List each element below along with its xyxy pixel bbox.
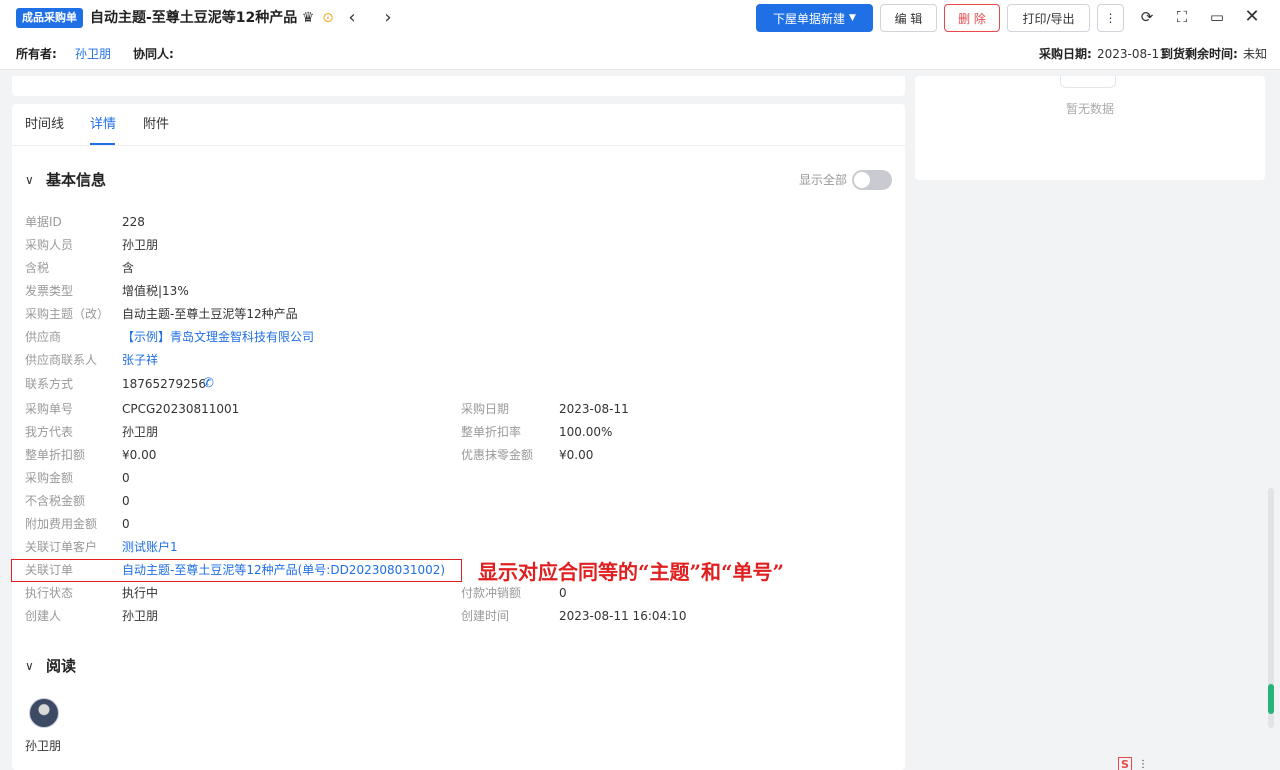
field-label: 关联订单: [25, 563, 74, 577]
field-value: 0: [122, 517, 130, 531]
field-value: 孙卫朋: [122, 425, 159, 439]
play-circle-icon[interactable]: ⊙: [319, 8, 337, 28]
related-order-link[interactable]: 自动主题-至尊土豆泥等12种产品(单号:DD202308031002): [122, 562, 445, 578]
reader-name: 孙卫朋: [25, 739, 62, 753]
crown-icon[interactable]: ♛: [299, 8, 317, 28]
next-arrow-icon[interactable]: ›: [379, 8, 397, 28]
show-all-toggle[interactable]: [852, 170, 892, 190]
widget-logo-icon[interactable]: S: [1118, 757, 1132, 770]
field-value: 2023-08-11: [559, 402, 629, 416]
remaining-time-value: 未知: [1243, 47, 1268, 61]
empty-illustration-icon: [1060, 76, 1116, 88]
purchase-date-value: 2023-08-11: [1097, 47, 1167, 61]
field-value: CPCG20230811001: [122, 402, 240, 416]
field-value: 100.00%: [559, 425, 613, 439]
field-label: 执行状态: [25, 586, 74, 600]
remaining-time-label: 到货剩余时间:: [1161, 47, 1238, 61]
scrollbar-thumb[interactable]: [1268, 684, 1274, 714]
field-value: 孙卫朋: [122, 238, 159, 252]
more-options-icon[interactable]: ⋮: [1097, 4, 1124, 32]
field-value: 228: [122, 215, 145, 229]
field-value: 2023-08-11 16:04:10: [559, 609, 687, 623]
field-value: 孙卫朋: [122, 609, 159, 623]
scrollbar[interactable]: [1268, 488, 1274, 728]
page-title: 自动主题-至尊土豆泥等12种产品: [90, 10, 298, 26]
field-label: 发票类型: [25, 284, 74, 298]
tab-details[interactable]: 详情: [90, 117, 116, 133]
field-value: 自动主题-至尊土豆泥等12种产品: [122, 307, 298, 321]
section-basic-info: 基本信息: [46, 171, 107, 189]
supplier-link[interactable]: 【示例】青岛文理金智科技有限公司: [122, 329, 314, 345]
avatar[interactable]: [29, 698, 59, 728]
field-label: 供应商联系人: [25, 353, 98, 367]
field-label: 创建人: [25, 609, 62, 623]
phone-icon[interactable]: ✆: [203, 376, 214, 392]
collaborator-label: 协同人:: [133, 47, 174, 61]
tab-bar: 时间线 详情 附件: [12, 104, 905, 146]
widget-menu-icon[interactable]: ⋮: [1138, 760, 1148, 770]
annotation-text: 显示对应合同等的“主题”和“单号”: [478, 560, 785, 584]
print-export-button[interactable]: 打印/导出: [1007, 4, 1090, 32]
title-bar: 成品采购单 自动主题-至尊土豆泥等12种产品 ♛ ⊙ ‹ › 下屋单据新建 ▼ …: [0, 0, 1280, 36]
field-label: 关联订单客户: [25, 540, 98, 554]
field-value: ¥0.00: [559, 448, 594, 462]
field-label: 附加费用金额: [25, 517, 98, 531]
field-label: 采购日期: [461, 402, 510, 416]
field-label: 不含税金额: [25, 494, 86, 508]
refresh-icon[interactable]: ⟳: [1136, 6, 1158, 28]
show-all-label: 显示全部: [799, 173, 848, 187]
dock-window-icon[interactable]: ▭: [1206, 6, 1228, 28]
owner-bar: 所有者: 孙卫朋 协同人: 采购日期: 2023-08-11 到货剩余时间: 未…: [0, 36, 1280, 70]
doc-type-badge: 成品采购单: [16, 8, 83, 28]
field-label: 联系方式: [25, 377, 74, 391]
field-label: 采购金额: [25, 471, 74, 485]
next-doc-label: 下屋单据新建: [773, 11, 846, 26]
order-customer-link[interactable]: 测试账户1: [122, 539, 178, 555]
field-value: 0: [559, 586, 567, 600]
field-label: 采购人员: [25, 238, 74, 252]
close-icon[interactable]: ✕: [1241, 6, 1263, 28]
field-value: 0: [122, 494, 130, 508]
next-doc-button[interactable]: 下屋单据新建 ▼: [756, 4, 873, 32]
tab-attachments[interactable]: 附件: [143, 117, 169, 133]
edit-button[interactable]: 编 辑: [880, 4, 937, 32]
field-value: 含: [122, 261, 135, 275]
collapse-chevron-icon[interactable]: ∨: [25, 657, 34, 675]
field-value: 执行中: [122, 586, 159, 600]
field-label: 供应商: [25, 330, 62, 344]
prev-arrow-icon[interactable]: ‹: [343, 8, 361, 28]
field-value: 0: [122, 471, 130, 485]
side-panel: 暂无数据: [915, 76, 1265, 180]
field-label: 采购单号: [25, 402, 74, 416]
tab-timeline[interactable]: 时间线: [25, 117, 64, 133]
empty-text: 暂无数据: [1065, 102, 1114, 116]
field-label: 整单折扣额: [25, 448, 86, 462]
section-read: 阅读: [46, 657, 77, 675]
field-value: 18765279256: [122, 377, 206, 391]
toggle-knob: [854, 172, 870, 188]
field-label: 我方代表: [25, 425, 74, 439]
collapse-chevron-icon[interactable]: ∨: [25, 171, 34, 189]
owner-link[interactable]: 孙卫朋: [75, 46, 111, 62]
field-label: 采购主题（改）: [25, 307, 110, 321]
field-label: 含税: [25, 261, 50, 275]
field-label: 整单折扣率: [461, 425, 522, 439]
owner-label: 所有者:: [16, 47, 57, 61]
field-label: 付款冲销额: [461, 586, 522, 600]
field-value: 增值税|13%: [122, 284, 189, 298]
fullscreen-icon[interactable]: ⛶: [1171, 6, 1193, 28]
supplier-contact-link[interactable]: 张子祥: [122, 352, 158, 368]
purchase-date-label: 采购日期:: [1039, 47, 1092, 61]
field-value: ¥0.00: [122, 448, 157, 462]
field-label: 单据ID: [25, 215, 62, 229]
active-tab-indicator: [90, 143, 115, 145]
chevron-down-icon: ▼: [849, 13, 856, 23]
field-label: 创建时间: [461, 609, 510, 623]
delete-button[interactable]: 删 除: [944, 4, 1000, 32]
summary-card: [12, 76, 905, 96]
field-label: 优惠抹零金额: [461, 448, 534, 462]
detail-card: 时间线 详情 附件 ∨ 基本信息 显示全部 单据ID 228 采购人员 孙卫朋 …: [11, 104, 905, 770]
